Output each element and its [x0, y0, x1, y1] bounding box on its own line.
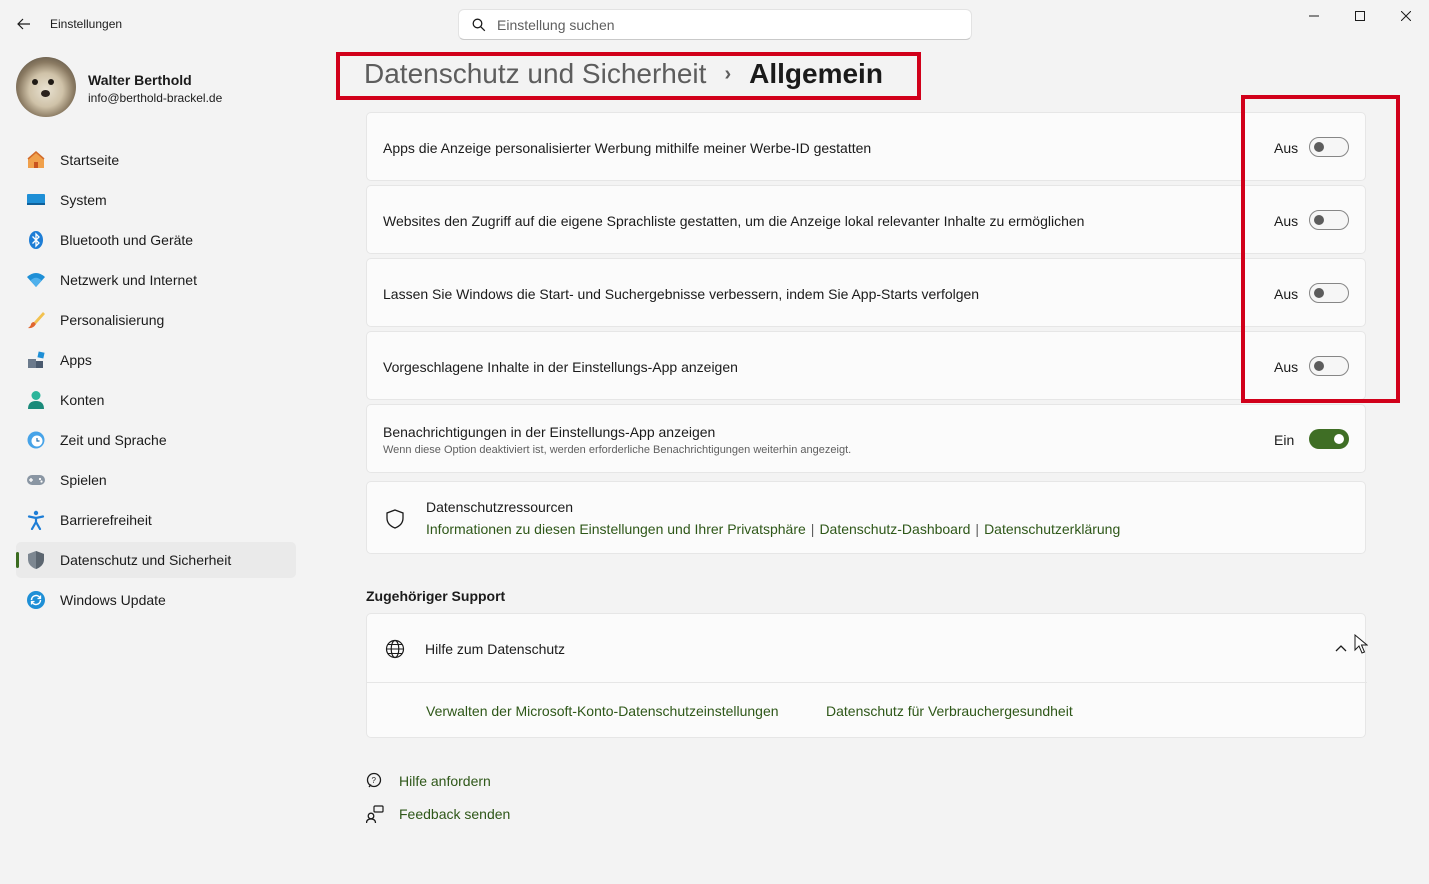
consumer-health-privacy-link[interactable]: Datenschutz für Verbrauchergesundheit — [826, 703, 1073, 719]
search-input[interactable] — [497, 16, 957, 34]
annotation-highlight-box — [1241, 95, 1400, 403]
help-chat-icon: ? — [366, 772, 382, 788]
sidebar-item-system[interactable]: System — [16, 182, 296, 218]
section-title-support: Zugehöriger Support — [366, 588, 506, 604]
sidebar-item-label: Apps — [60, 352, 92, 368]
get-help-link[interactable]: Hilfe anfordern — [399, 773, 491, 789]
brush-icon — [26, 310, 46, 330]
sidebar-item-label: System — [60, 192, 107, 208]
link-separator: | — [975, 521, 980, 537]
user-name: Walter Berthold — [88, 72, 192, 88]
setting-label: Lassen Sie Windows die Start- und Sucher… — [383, 286, 980, 302]
privacy-resources-card: Datenschutzressourcen Informationen zu d… — [366, 481, 1366, 554]
update-icon — [26, 590, 46, 610]
help-title: Hilfe zum Datenschutz — [425, 641, 566, 657]
setting-label: Websites den Zugriff auf die eigene Spra… — [383, 213, 1085, 229]
get-help-item[interactable]: ? Hilfe anfordern — [366, 772, 491, 790]
sidebar-item-startseite[interactable]: Startseite — [16, 142, 296, 178]
privacy-dashboard-link[interactable]: Datenschutz-Dashboard — [819, 521, 970, 537]
title-bar: Einstellungen — [0, 0, 1429, 48]
shield-outline-icon — [386, 509, 404, 529]
sidebar-item-label: Bluetooth und Geräte — [60, 232, 194, 248]
sidebar-item-barrierefreiheit[interactable]: Barrierefreiheit — [16, 502, 296, 538]
setting-card: Benachrichtigungen in der Einstellungs-A… — [366, 404, 1366, 473]
setting-card: Vorgeschlagene Inhalte in der Einstellun… — [366, 331, 1366, 400]
sidebar-item-konten[interactable]: Konten — [16, 382, 296, 418]
setting-label: Apps die Anzeige personalisierter Werbun… — [383, 140, 872, 156]
sidebar-item-windows-update[interactable]: Windows Update — [16, 582, 296, 618]
resources-links: Informationen zu diesen Einstellungen un… — [426, 521, 1120, 537]
minimize-icon — [1309, 15, 1319, 17]
svg-text:?: ? — [372, 776, 377, 785]
minimize-button[interactable] — [1291, 0, 1337, 32]
close-icon — [1401, 11, 1411, 21]
apps-icon — [26, 350, 46, 370]
sidebar-item-zeit[interactable]: Zeit und Sprache — [16, 422, 296, 458]
privacy-info-link[interactable]: Informationen zu diesen Einstellungen un… — [426, 521, 806, 537]
sidebar-item-label: Startseite — [60, 152, 120, 168]
link-separator: | — [810, 521, 815, 537]
setting-card: Websites den Zugriff auf die eigene Spra… — [366, 185, 1366, 254]
sidebar-item-label: Spielen — [60, 472, 107, 488]
toggle-switch[interactable] — [1309, 429, 1349, 449]
globe-icon — [385, 639, 405, 659]
setting-card: Apps die Anzeige personalisierter Werbun… — [366, 112, 1366, 181]
resources-title: Datenschutzressourcen — [426, 499, 574, 515]
chevron-up-icon[interactable] — [1335, 644, 1347, 652]
accessibility-icon — [26, 510, 46, 530]
privacy-statement-link[interactable]: Datenschutzerklärung — [984, 521, 1120, 537]
help-expander-header[interactable]: Hilfe zum Datenschutz — [367, 614, 1365, 682]
setting-card: Lassen Sie Windows die Start- und Sucher… — [366, 258, 1366, 327]
setting-label: Benachrichtigungen in der Einstellungs-A… — [383, 424, 716, 440]
feedback-link[interactable]: Feedback senden — [399, 806, 510, 822]
toggle-state-label: Ein — [1274, 432, 1295, 448]
sidebar-item-label: Windows Update — [60, 592, 166, 608]
setting-label: Vorgeschlagene Inhalte in der Einstellun… — [383, 359, 738, 375]
wifi-icon — [26, 270, 46, 290]
arrow-left-icon — [17, 18, 30, 30]
annotation-highlight-box — [336, 52, 921, 100]
sidebar-item-label: Datenschutz und Sicherheit — [60, 552, 232, 568]
sidebar-item-label: Zeit und Sprache — [60, 432, 167, 448]
user-email: info@berthold-brackel.de — [88, 91, 223, 105]
gamepad-icon — [26, 470, 46, 490]
sidebar-item-label: Konten — [60, 392, 105, 408]
close-button[interactable] — [1383, 0, 1429, 32]
clock-globe-icon — [26, 430, 46, 450]
setting-description: Wenn diese Option deaktiviert ist, werde… — [383, 444, 852, 456]
sidebar-item-datenschutz[interactable]: Datenschutz und Sicherheit — [16, 542, 296, 578]
microsoft-account-privacy-link[interactable]: Verwalten der Microsoft-Konto-Datenschut… — [426, 703, 779, 719]
maximize-button[interactable] — [1337, 0, 1383, 32]
home-icon — [26, 150, 46, 170]
search-icon — [472, 18, 486, 32]
sidebar-item-label: Barrierefreiheit — [60, 512, 152, 528]
support-card: Hilfe zum Datenschutz Verwalten der Micr… — [366, 613, 1367, 738]
sidebar-item-spielen[interactable]: Spielen — [16, 462, 296, 498]
avatar[interactable] — [16, 57, 76, 117]
shield-icon — [26, 550, 46, 570]
back-button[interactable] — [10, 10, 38, 38]
sidebar-item-label: Personalisierung — [60, 312, 165, 328]
divider — [367, 682, 1367, 683]
sidebar-item-personalisierung[interactable]: Personalisierung — [16, 302, 296, 338]
bluetooth-icon — [26, 230, 46, 250]
mouse-cursor-icon — [1354, 634, 1368, 654]
search-box[interactable] — [458, 9, 972, 40]
sidebar-item-apps[interactable]: Apps — [16, 342, 296, 378]
monitor-icon — [26, 190, 46, 210]
feedback-icon — [366, 805, 384, 823]
feedback-item[interactable]: Feedback senden — [366, 805, 510, 823]
person-icon — [26, 390, 46, 410]
app-title: Einstellungen — [50, 17, 123, 31]
sidebar-item-netzwerk[interactable]: Netzwerk und Internet — [16, 262, 296, 298]
maximize-icon — [1355, 11, 1365, 21]
sidebar-nav: Startseite System Bluetooth und Geräte N… — [16, 142, 296, 622]
sidebar-item-label: Netzwerk und Internet — [60, 272, 197, 288]
sidebar-item-bluetooth[interactable]: Bluetooth und Geräte — [16, 222, 296, 258]
